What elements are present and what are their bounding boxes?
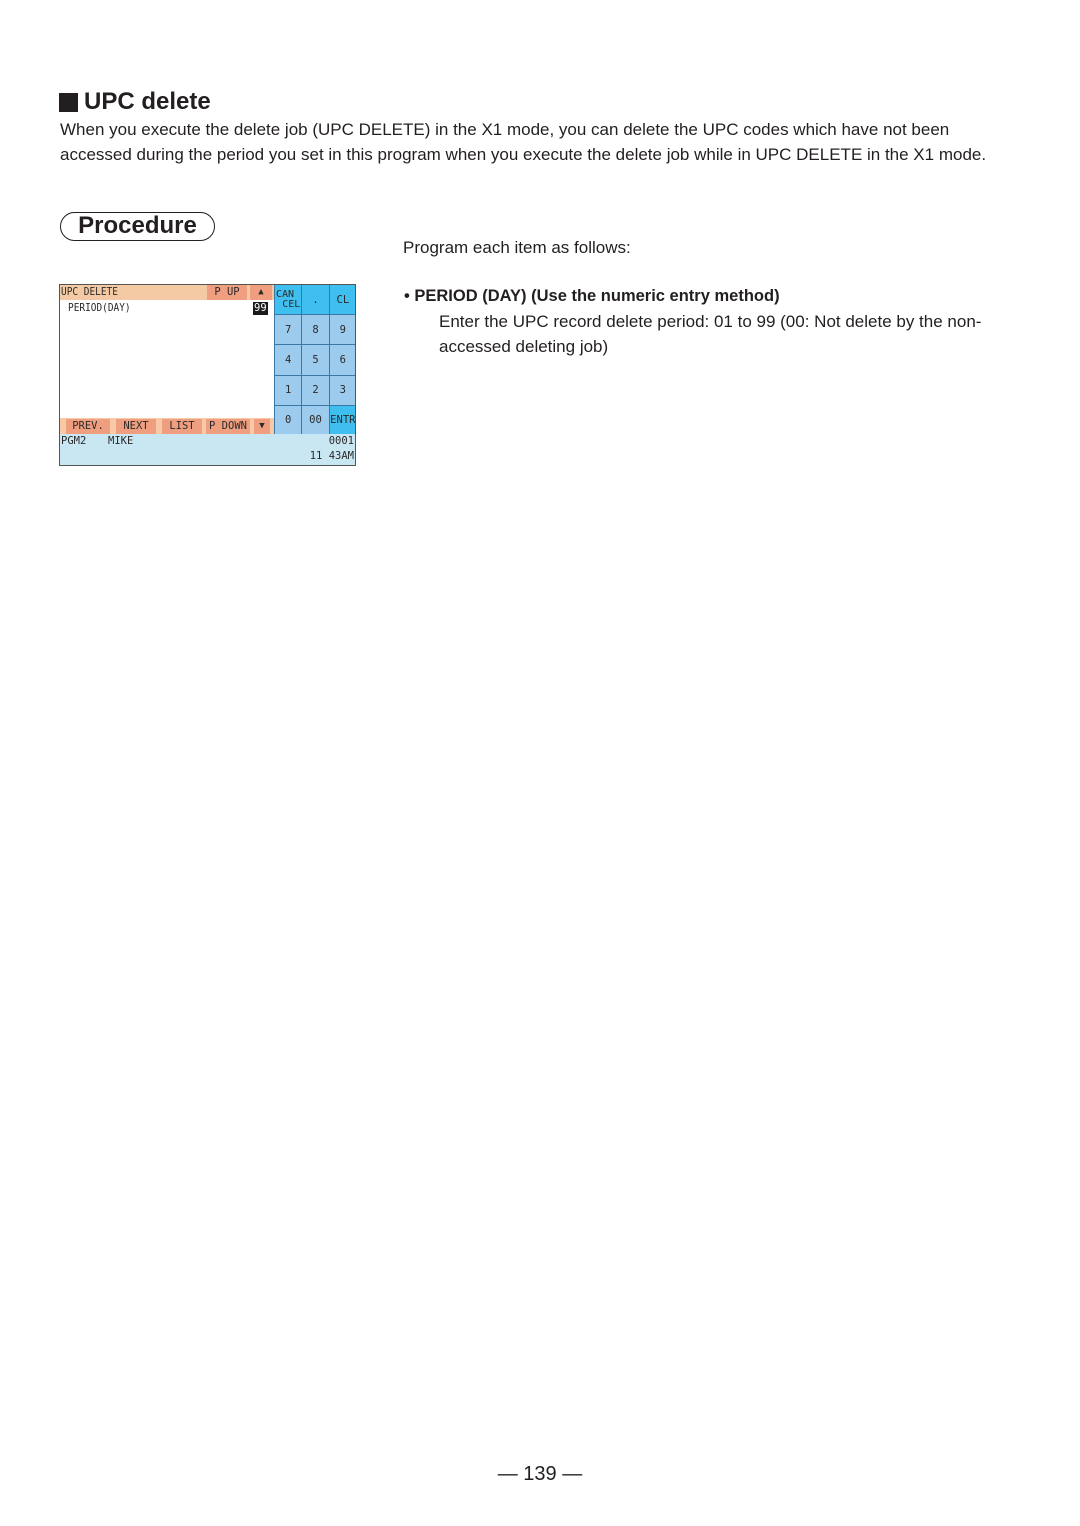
key-8[interactable]: 8 <box>302 315 329 345</box>
counter: 0001 <box>328 435 354 447</box>
pos-screen: UPC DELETE P UP ▲ PERIOD(DAY) 99 PREV. N… <box>59 284 356 466</box>
page-down-button[interactable]: P DOWN <box>206 419 250 434</box>
key-9[interactable]: 9 <box>329 315 355 345</box>
key-5[interactable]: 5 <box>302 345 329 375</box>
down-arrow-button[interactable]: ▼ <box>254 419 270 434</box>
page-up-button[interactable]: P UP <box>207 285 247 300</box>
enter-key[interactable]: ENTR <box>329 405 355 435</box>
clear-key[interactable]: CL <box>329 285 355 315</box>
mode-indicator: PGM2 <box>61 435 87 447</box>
procedure-label: Procedure <box>60 212 215 241</box>
item-heading-period: • PERIOD (DAY) (Use the numeric entry me… <box>404 287 780 305</box>
key-00[interactable]: 00 <box>302 405 329 435</box>
status-bar: PGM2 MIKE 0001 11 43AM <box>60 434 355 465</box>
numeric-keypad: CAN CEL . CL 7 8 9 4 5 6 1 2 3 0 00 ENTR <box>274 285 355 435</box>
cancel-key-line2: CEL <box>282 298 301 310</box>
section-title-text: UPC delete <box>84 88 211 115</box>
prev-button[interactable]: PREV. <box>66 419 110 434</box>
black-square-icon <box>59 92 78 112</box>
intro-paragraph: When you execute the delete job (UPC DEL… <box>60 120 987 164</box>
up-arrow-button[interactable]: ▲ <box>250 285 272 300</box>
section-title: UPC delete <box>59 88 211 116</box>
list-button[interactable]: LIST <box>162 419 202 434</box>
page-number: — 139 — <box>497 1463 583 1485</box>
key-6[interactable]: 6 <box>329 345 355 375</box>
key-2[interactable]: 2 <box>302 375 329 405</box>
key-3[interactable]: 3 <box>329 375 355 405</box>
screen-title: UPC DELETE <box>61 286 118 298</box>
field-value-period[interactable]: 99 <box>253 302 268 315</box>
key-1[interactable]: 1 <box>275 375 302 405</box>
item-description-period: Enter the UPC record delete period: 01 t… <box>439 312 982 356</box>
clock: 11 43AM <box>309 450 354 462</box>
decimal-key[interactable]: . <box>302 285 329 315</box>
key-0[interactable]: 0 <box>275 405 302 435</box>
cancel-key[interactable]: CAN CEL <box>275 285 302 315</box>
field-label-period: PERIOD(DAY) <box>68 302 131 314</box>
clerk-name: MIKE <box>108 435 134 447</box>
key-7[interactable]: 7 <box>275 315 302 345</box>
instructions-lead: Program each item as follows: <box>403 238 631 257</box>
next-button[interactable]: NEXT <box>116 419 156 434</box>
key-4[interactable]: 4 <box>275 345 302 375</box>
